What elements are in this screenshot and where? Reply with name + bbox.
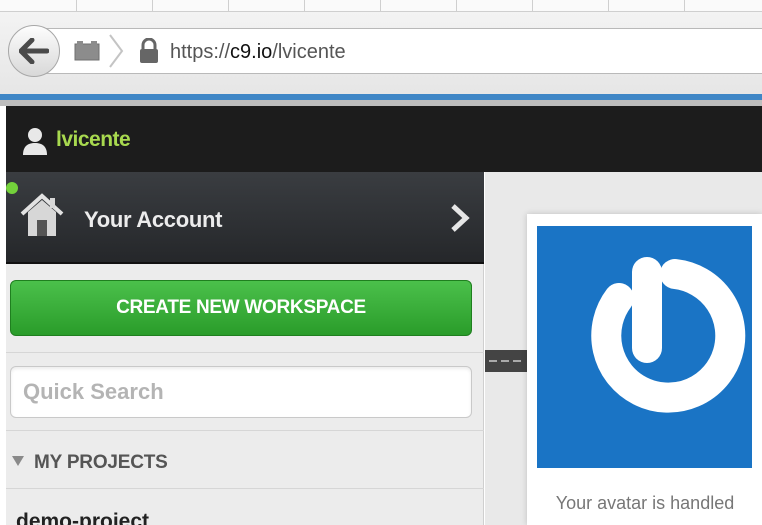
sidebar: Your Account CREATE NEW WORKSPACE MY PRO…: [6, 172, 484, 525]
collapse-triangle-icon: [12, 456, 24, 466]
gravatar-logo-icon: [591, 257, 746, 413]
create-new-workspace-button[interactable]: CREATE NEW WORKSPACE: [10, 280, 472, 336]
url-separator: [109, 34, 124, 68]
divider: [6, 488, 484, 489]
browser-toolbar: https://c9.io/lvicente: [0, 12, 762, 94]
avatar: [537, 226, 752, 468]
quick-search-input[interactable]: [10, 366, 472, 418]
username-link[interactable]: lvicente: [56, 128, 131, 152]
home-icon: [20, 193, 64, 236]
lock-icon: [140, 38, 158, 63]
user-silhouette-icon: [23, 128, 47, 155]
url-prefix: https://: [170, 41, 231, 63]
arrow-left-icon: [19, 38, 49, 64]
panel-resize-handle[interactable]: [485, 350, 529, 372]
divider: [6, 430, 484, 431]
page-identity-icon[interactable]: [72, 40, 102, 62]
back-button[interactable]: [8, 25, 60, 77]
your-account-row[interactable]: Your Account: [6, 172, 484, 264]
chevron-right-icon: [451, 204, 470, 232]
url-host: c9.io: [230, 41, 273, 63]
status-dot: [6, 182, 18, 194]
avatar-caption: Your avatar is handled: [555, 493, 735, 513]
app-header: lvicente: [6, 106, 762, 172]
address-bar[interactable]: [14, 28, 762, 74]
divider: [6, 352, 484, 353]
your-account-label: Your Account: [84, 207, 223, 232]
main-content: Your avatar is handled: [485, 172, 762, 525]
project-item[interactable]: demo-project: [16, 510, 149, 525]
my-projects-header[interactable]: MY PROJECTS: [6, 436, 484, 488]
tab-strip-edge: [0, 0, 762, 12]
my-projects-label: MY PROJECTS: [34, 452, 168, 473]
url-path: /lvicente: [272, 41, 346, 63]
avatar-card: Your avatar is handled: [527, 214, 762, 525]
url-text[interactable]: https://c9.io/lvicente: [170, 40, 346, 64]
